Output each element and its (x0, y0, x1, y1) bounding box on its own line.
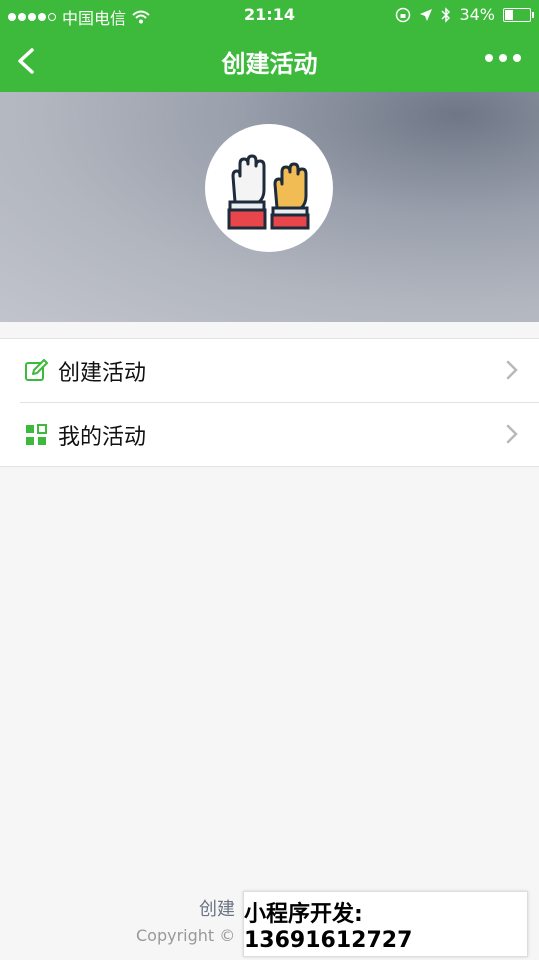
status-right: 34% (395, 5, 534, 24)
grid-icon (26, 423, 47, 445)
menu-item-label: 创建活动 (58, 360, 147, 386)
lock-rotation-icon (396, 7, 411, 22)
raised-hands-icon (227, 154, 310, 230)
bluetooth-icon (441, 6, 451, 23)
menu-item-create-activity[interactable]: 创建活动 (0, 339, 539, 402)
ad-overlay: 小程序开发: 13691612727 (243, 891, 528, 957)
location-icon (420, 8, 433, 21)
status-bar: 中国电信 21:14 34% (0, 0, 539, 30)
chevron-right-icon (506, 424, 518, 444)
app-logo (205, 124, 333, 252)
edit-icon (25, 358, 48, 381)
page-title: 创建活动 (221, 50, 318, 78)
battery-percent: 34% (459, 5, 495, 24)
more-icon[interactable] (485, 54, 521, 62)
menu-list: 创建活动 我的活动 (0, 338, 539, 467)
footer-link[interactable]: 创建 (199, 895, 235, 921)
battery-icon (503, 7, 534, 22)
ad-text: 小程序开发: 13691612727 (244, 901, 413, 953)
nav-bar: 创建活动 (0, 30, 539, 92)
menu-item-my-activities[interactable]: 我的活动 (20, 402, 539, 466)
menu-item-label: 我的活动 (58, 424, 147, 450)
copyright-text: Copyright © (136, 926, 236, 945)
chevron-right-icon (506, 360, 518, 380)
